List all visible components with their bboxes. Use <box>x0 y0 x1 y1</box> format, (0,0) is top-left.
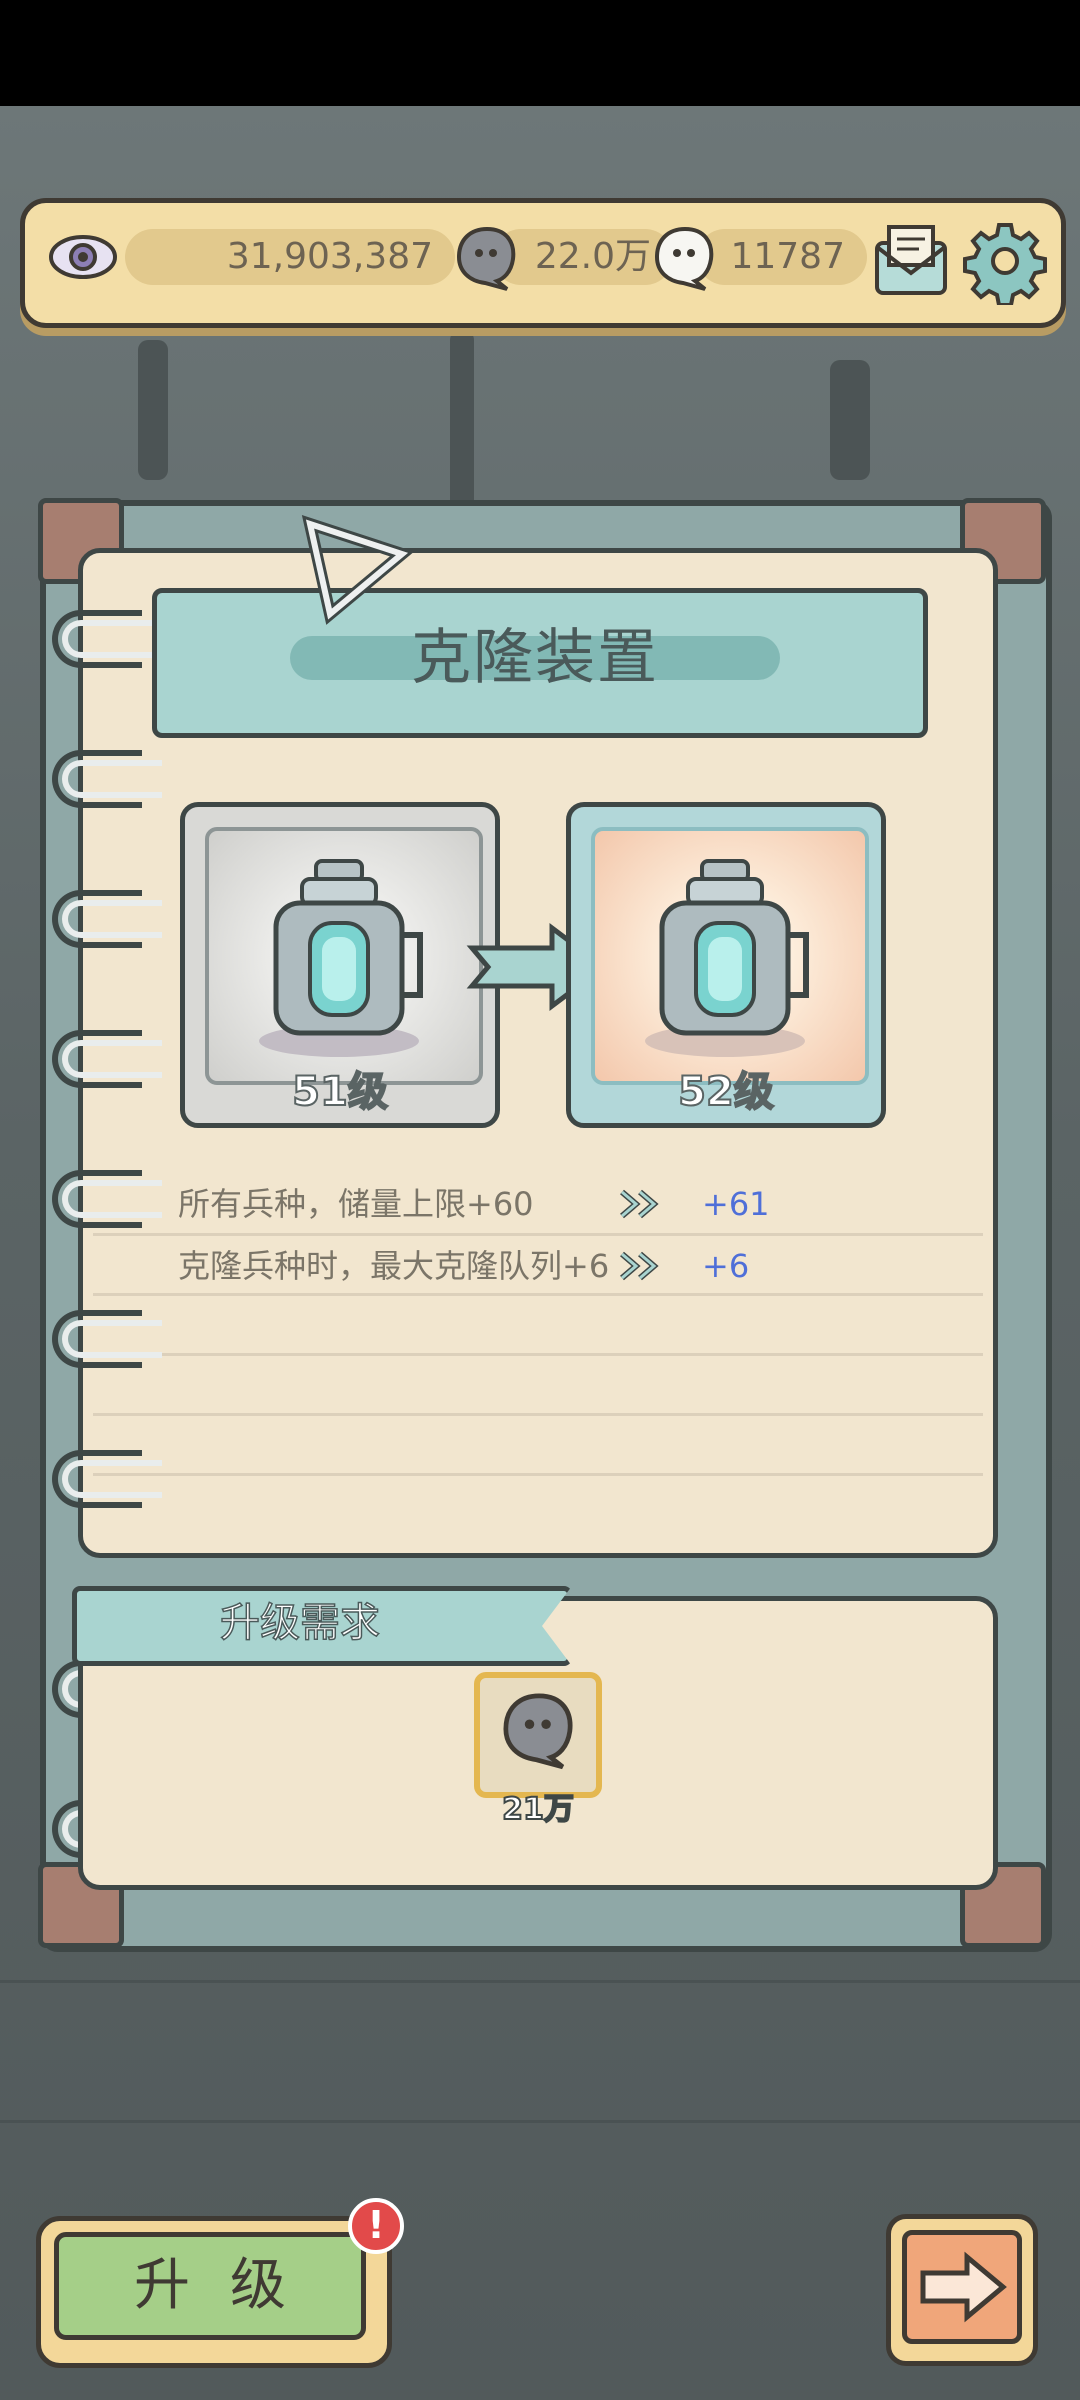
clone-device-icon <box>259 859 423 1057</box>
binder-ring <box>52 1310 162 1368</box>
next-level-art <box>591 827 869 1085</box>
requirement-item[interactable] <box>474 1672 602 1798</box>
resource-bar: 31,903,387 22.0万 11787 <box>20 198 1066 328</box>
double-chevron-icon <box>620 1189 659 1219</box>
page-line <box>93 1413 983 1416</box>
stat-row: 克隆兵种时，最大克隆队列+6 +6 <box>178 1236 898 1296</box>
background-pipe <box>450 330 474 520</box>
upgrade-button-label[interactable]: 升级 <box>54 2232 366 2340</box>
eye-amount: 31,903,387 <box>226 236 433 277</box>
background-pipe <box>830 360 870 480</box>
alert-icon: ! <box>348 2198 404 2254</box>
stat-next-value: +6 <box>702 1247 750 1285</box>
page-line <box>93 1353 983 1356</box>
gear-icon[interactable] <box>961 217 1049 305</box>
requirement-amount: 21万 <box>501 1791 575 1828</box>
current-level-label: 51级 <box>291 1068 389 1116</box>
white-spirit-amount: 11787 <box>730 236 845 277</box>
requirement-title: 升级需求 <box>219 1599 381 1647</box>
status-bar <box>0 0 1080 106</box>
stat-row: 所有兵种，储量上限+60 +61 <box>178 1174 898 1234</box>
gray-spirit-icon <box>456 226 516 291</box>
stat-label: 所有兵种，储量上限+60 <box>178 1185 534 1223</box>
clone-device-icon <box>645 859 809 1057</box>
next-level-card: 52级 <box>566 802 886 1128</box>
arrow-right-icon <box>920 2251 1007 2323</box>
page-title: 克隆装置 <box>411 623 659 693</box>
binder-ring <box>52 1030 162 1088</box>
binder-ring <box>52 890 162 948</box>
double-chevron-icon <box>620 1251 659 1281</box>
stat-next-value: +61 <box>702 1185 770 1223</box>
page-line <box>93 1473 983 1476</box>
binder-ring <box>52 1170 162 1228</box>
eye-icon <box>49 235 117 279</box>
background-pipe <box>138 340 168 480</box>
next-button-face[interactable] <box>902 2230 1022 2344</box>
next-level-label: 52级 <box>677 1068 775 1116</box>
eye-counter: 31,903,387 <box>125 229 455 285</box>
floor-line <box>0 2120 1080 2123</box>
white-spirit-icon <box>654 226 714 291</box>
gray-spirit-icon <box>503 1693 573 1770</box>
binder-ring <box>52 1450 162 1508</box>
stat-label: 克隆兵种时，最大克隆队列+6 <box>178 1247 610 1285</box>
current-level-card: 51级 <box>180 802 500 1128</box>
mail-icon[interactable] <box>867 217 955 305</box>
current-level-art <box>205 827 483 1085</box>
binder-ring <box>52 610 162 668</box>
binder-ring <box>52 750 162 808</box>
paper-clip-icon <box>301 515 415 625</box>
gray-spirit-amount: 22.0万 <box>534 236 651 277</box>
floor-line <box>0 1980 1080 1983</box>
